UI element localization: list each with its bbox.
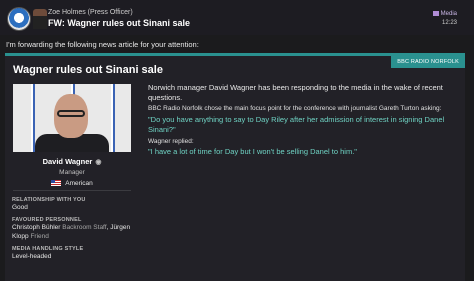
media-handling-label: MEDIA HANDLING STYLE bbox=[12, 246, 84, 252]
favoured-person-role: Backroom Staff bbox=[62, 224, 107, 231]
profile-divider bbox=[13, 190, 131, 191]
favoured-person-link[interactable]: Klopp bbox=[12, 233, 29, 240]
relationship-label: RELATIONSHIP WITH YOU bbox=[12, 197, 86, 203]
news-article-card: BBC RADIO NORFOLK Wagner rules out Sinan… bbox=[5, 53, 465, 281]
sender-name[interactable]: Zoe Holmes (Press Officer) bbox=[48, 9, 133, 16]
person-role: Manager bbox=[59, 169, 85, 176]
sender-avatar[interactable] bbox=[33, 9, 47, 29]
favoured-personnel-label: FAVOURED PERSONNEL bbox=[12, 217, 82, 223]
favoured-person-link[interactable]: Jürgen bbox=[110, 224, 130, 231]
article-paragraph: Norwich manager David Wagner has been re… bbox=[148, 83, 443, 102]
manager-answer: "I have a lot of time for Day but I won'… bbox=[148, 147, 357, 156]
nationality-text: American bbox=[65, 180, 93, 187]
favoured-personnel-line-2: Klopp Friend bbox=[12, 233, 49, 240]
favoured-separator: , bbox=[106, 224, 109, 231]
media-tag: Media bbox=[432, 11, 457, 18]
person-photo[interactable] bbox=[13, 84, 131, 152]
eye-icon[interactable]: ◉ bbox=[95, 159, 101, 166]
person-name[interactable]: David Wagner ◉ bbox=[13, 157, 131, 166]
journalist-question: "Do you have anything to say to Day Rile… bbox=[148, 115, 445, 134]
favoured-person-link[interactable]: Christoph Bühler bbox=[12, 224, 60, 231]
article-context: BBC Radio Norfolk chose the main focus p… bbox=[148, 105, 442, 112]
relationship-value: Good bbox=[12, 204, 28, 211]
message-time: 12:23 bbox=[441, 20, 457, 26]
club-badge-icon[interactable] bbox=[8, 8, 30, 30]
message-header: Zoe Holmes (Press Officer) FW: Wagner ru… bbox=[0, 0, 474, 35]
photo-glasses bbox=[57, 110, 85, 117]
person-nationality: American bbox=[13, 180, 131, 187]
media-tag-label: Media bbox=[440, 11, 457, 18]
intro-text: I'm forwarding the following news articl… bbox=[6, 40, 199, 49]
news-source-badge: BBC RADIO NORFOLK bbox=[391, 56, 465, 68]
person-name-text[interactable]: David Wagner bbox=[43, 157, 93, 166]
favoured-person-role: Friend bbox=[30, 233, 49, 240]
favoured-personnel-line-1: Christoph Bühler Backroom Staff, Jürgen bbox=[12, 224, 130, 231]
message-subject: FW: Wagner rules out Sinani sale bbox=[48, 18, 191, 28]
media-icon bbox=[432, 11, 439, 16]
reply-label: Wagner replied: bbox=[148, 138, 194, 145]
media-handling-value: Level-headed bbox=[12, 253, 52, 260]
article-title: Wagner rules out Sinani sale bbox=[13, 64, 163, 76]
usa-flag-icon bbox=[51, 180, 62, 187]
